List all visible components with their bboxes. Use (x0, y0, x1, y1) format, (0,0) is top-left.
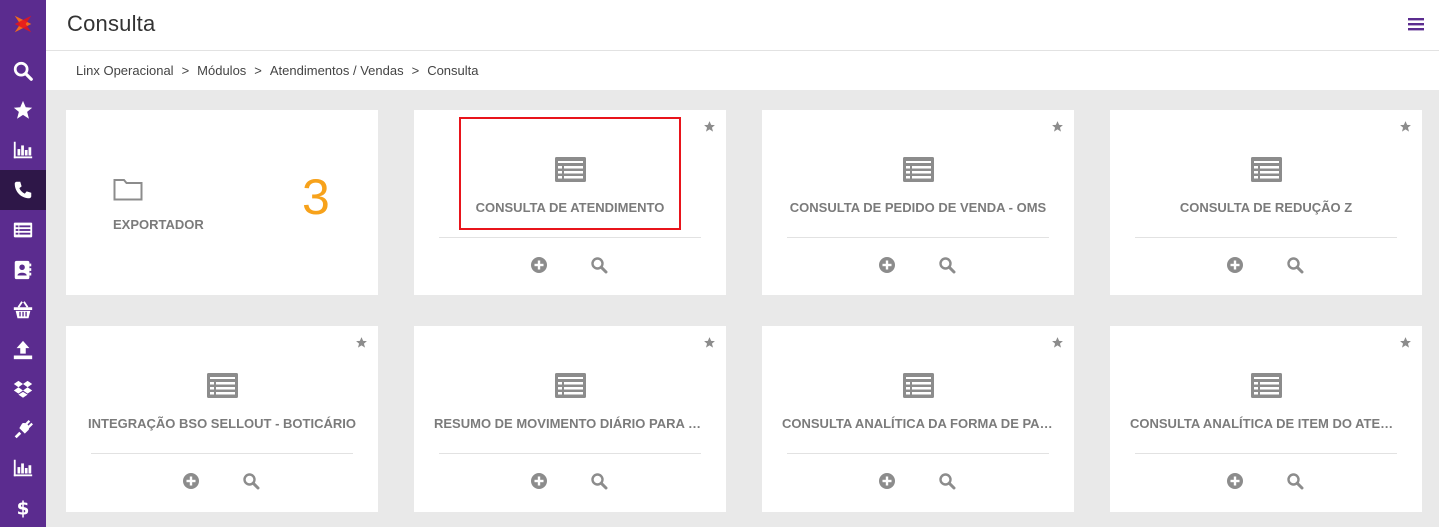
breadcrumb-bar: Linx Operacional > Módulos > Atendimento… (46, 51, 1439, 90)
bar-chart-icon[interactable] (0, 130, 46, 170)
module-card[interactable]: CONSULTA DE PEDIDO DE VENDA - OMS (762, 110, 1074, 295)
card-title[interactable]: CONSULTA DE REDUÇÃO Z (1130, 200, 1402, 215)
card-title[interactable]: CONSULTA ANALÍTICA DA FORMA DE PAGAM... (782, 416, 1054, 431)
list-icon (903, 157, 934, 182)
contacts-icon[interactable] (0, 250, 46, 290)
add-icon[interactable] (878, 472, 896, 490)
module-card[interactable]: INTEGRAÇÃO BSO SELLOUT - BOTICÁRIO (66, 326, 378, 512)
dollar-icon[interactable]: $ (0, 487, 46, 527)
module-card[interactable]: CONSULTA ANALÍTICA DA FORMA DE PAGAM... (762, 326, 1074, 512)
card-title[interactable]: CONSULTA DE PEDIDO DE VENDA - OMS (782, 200, 1054, 215)
exporter-card[interactable]: EXPORTADOR 3 (66, 110, 378, 295)
top-bar: Consulta (46, 0, 1439, 51)
dropbox-icon[interactable] (0, 370, 46, 410)
list-icon (1251, 373, 1282, 398)
add-icon[interactable] (1226, 472, 1244, 490)
card-title[interactable]: CONSULTA ANALÍTICA DE ITEM DO ATENDIME..… (1130, 416, 1402, 431)
favorite-star-icon[interactable] (1399, 336, 1412, 349)
breadcrumb-separator: > (181, 63, 190, 78)
favorite-star-icon[interactable] (355, 336, 368, 349)
search-icon[interactable] (1286, 256, 1304, 274)
search-icon[interactable] (938, 256, 956, 274)
search-icon[interactable] (242, 472, 260, 490)
card-divider (439, 237, 701, 238)
favorite-star-icon[interactable] (1051, 120, 1064, 133)
list-icon (207, 373, 238, 398)
list-icon[interactable] (0, 210, 46, 250)
highlight-box (459, 117, 681, 230)
search-icon[interactable] (590, 256, 608, 274)
favorite-star-icon[interactable] (1399, 120, 1412, 133)
add-icon[interactable] (182, 472, 200, 490)
card-divider (1135, 453, 1397, 454)
breadcrumb-separator: > (254, 63, 262, 78)
favorite-star-icon[interactable] (703, 336, 716, 349)
search-icon[interactable] (1286, 472, 1304, 490)
module-card[interactable]: CONSULTA DE REDUÇÃO Z (1110, 110, 1422, 295)
breadcrumb-item[interactable]: Módulos (197, 63, 246, 78)
module-card[interactable]: RESUMO DE MOVIMENTO DIÁRIO PARA SAT/... (414, 326, 726, 512)
favorite-star-icon[interactable] (1051, 336, 1064, 349)
card-divider (1135, 237, 1397, 238)
card-title[interactable]: INTEGRAÇÃO BSO SELLOUT - BOTICÁRIO (86, 416, 358, 431)
card-divider (91, 453, 353, 454)
search-icon[interactable] (938, 472, 956, 490)
search-icon[interactable] (0, 51, 46, 91)
phone-icon[interactable] (0, 170, 46, 210)
card-divider (787, 237, 1049, 238)
add-icon[interactable] (878, 256, 896, 274)
breadcrumb-item-current: Consulta (427, 63, 479, 78)
list-icon (1251, 157, 1282, 182)
basket-icon[interactable] (0, 290, 46, 330)
favorite-star-icon[interactable] (703, 120, 716, 133)
svg-text:$: $ (17, 498, 30, 518)
add-icon[interactable] (530, 472, 548, 490)
list-icon (903, 373, 934, 398)
hamburger-menu-icon[interactable] (1407, 15, 1425, 33)
module-card[interactable]: CONSULTA ANALÍTICA DE ITEM DO ATENDIME..… (1110, 326, 1422, 512)
add-icon[interactable] (1226, 256, 1244, 274)
sidebar: $ (0, 0, 46, 527)
add-icon[interactable] (530, 256, 548, 274)
breadcrumb-item[interactable]: Atendimentos / Vendas (270, 63, 404, 78)
star-icon[interactable] (0, 90, 46, 130)
plug-icon[interactable] (0, 410, 46, 450)
exporter-label: EXPORTADOR (113, 217, 204, 232)
logo-icon[interactable] (0, 4, 46, 44)
folder-icon (113, 179, 143, 201)
card-divider (787, 453, 1049, 454)
breadcrumb: Linx Operacional > Módulos > Atendimento… (76, 63, 479, 78)
card-divider (439, 453, 701, 454)
breadcrumb-separator: > (411, 63, 420, 78)
list-icon (555, 373, 586, 398)
exporter-count: 3 (302, 169, 330, 225)
upload-icon[interactable] (0, 330, 46, 370)
breadcrumb-item[interactable]: Linx Operacional (76, 63, 174, 78)
page-title: Consulta (67, 11, 156, 36)
bar-chart-icon[interactable] (0, 448, 46, 488)
card-title[interactable]: RESUMO DE MOVIMENTO DIÁRIO PARA SAT/... (434, 416, 706, 431)
search-icon[interactable] (590, 472, 608, 490)
